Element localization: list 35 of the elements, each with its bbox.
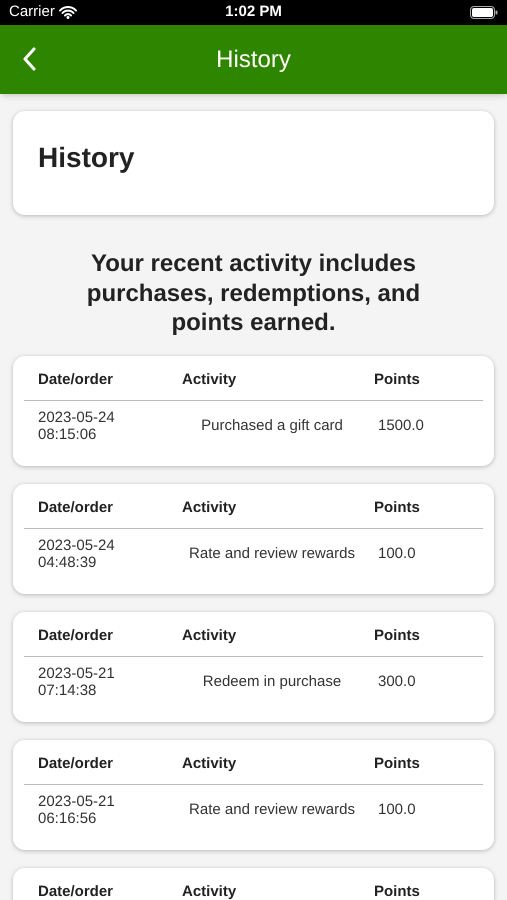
points-cell-text: 100.0: [377, 544, 416, 564]
card-title: History: [38, 141, 136, 175]
activity-cell-text: Rate and review rewards: [189, 544, 355, 564]
date-cell-text: 2023-05-21 07:14:38: [38, 665, 116, 699]
column-header: Points: [374, 882, 421, 900]
column-header: Activity: [182, 754, 238, 774]
battery-icon: [470, 6, 498, 19]
column-header: Date/order: [38, 498, 114, 518]
column-header: Points: [374, 370, 421, 390]
points-cell-text: 1500.0: [377, 416, 424, 436]
activity-cell-text: Purchased a gift card: [201, 416, 343, 436]
column-header: Activity: [182, 370, 238, 390]
column-header: Points: [374, 626, 421, 646]
column-header: Points: [374, 498, 421, 518]
screen-title: History: [216, 44, 291, 74]
clock-label: 1:02 PM: [225, 2, 282, 22]
date-cell-text: 2023-05-21 06:16:56: [38, 793, 116, 827]
column-header: Date/order: [38, 370, 114, 390]
date-cell-text: 2023-05-24 04:48:39: [38, 537, 116, 571]
column-header: Date/order: [38, 882, 114, 900]
column-header: Date/order: [38, 754, 114, 774]
column-header: Activity: [182, 882, 238, 900]
carrier-label: Carrier: [9, 2, 55, 22]
points-cell-text: 100.0: [377, 800, 416, 820]
column-header: Points: [374, 754, 421, 774]
activity-cell-text: Redeem in purchase: [202, 672, 342, 692]
activity-cell-text: Rate and review rewards: [189, 800, 355, 820]
date-cell-text: 2023-05-24 08:15:06: [38, 409, 116, 443]
wifi-icon: [58, 6, 77, 19]
column-header: Activity: [182, 626, 238, 646]
points-cell-text: 300.0: [377, 672, 416, 692]
column-header: Activity: [182, 498, 238, 518]
intro-text: Your recent activity includes purchases, redemptions, and points earned.: [86, 249, 422, 338]
back-chevron-icon: [22, 47, 36, 71]
column-header: Date/order: [38, 626, 114, 646]
